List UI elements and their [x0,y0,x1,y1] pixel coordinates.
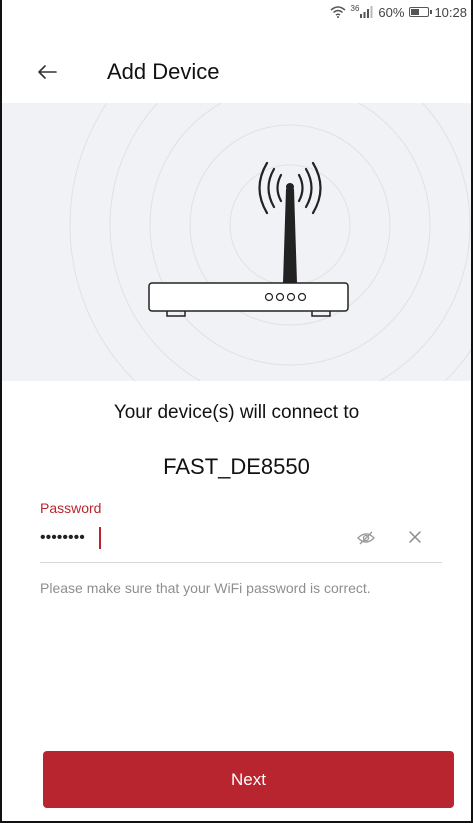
page-title: Add Device [107,59,220,84]
input-underline [40,562,442,563]
router-icon [148,282,349,312]
network-type: 36 [350,3,360,13]
eye-slash-icon [357,531,375,545]
next-button[interactable]: Next [43,751,454,808]
toggle-visibility-button[interactable] [354,528,378,548]
battery-icon [409,7,433,17]
back-button[interactable] [32,58,62,86]
text-caret [99,527,101,549]
close-icon [409,531,421,543]
arrow-left-icon [38,65,57,79]
connect-message: Your device(s) will connect to [113,402,360,423]
battery-percent: 60% [378,4,405,20]
app-bar: Add Device [0,44,473,100]
password-hint: Please make sure that your WiFi password… [40,580,371,596]
wifi-icon [330,6,346,18]
clear-input-button[interactable] [404,526,426,548]
password-label: Password [40,500,102,516]
network-name: FAST_DE8550 [163,454,310,479]
router-broadcast-illustration [69,103,471,381]
cellular-signal-icon: 36 [350,3,374,18]
clock: 10:28 [434,4,467,20]
status-bar: 36 60% 10:28 [0,0,473,24]
password-input[interactable] [40,526,340,550]
hero-banner [2,103,471,381]
